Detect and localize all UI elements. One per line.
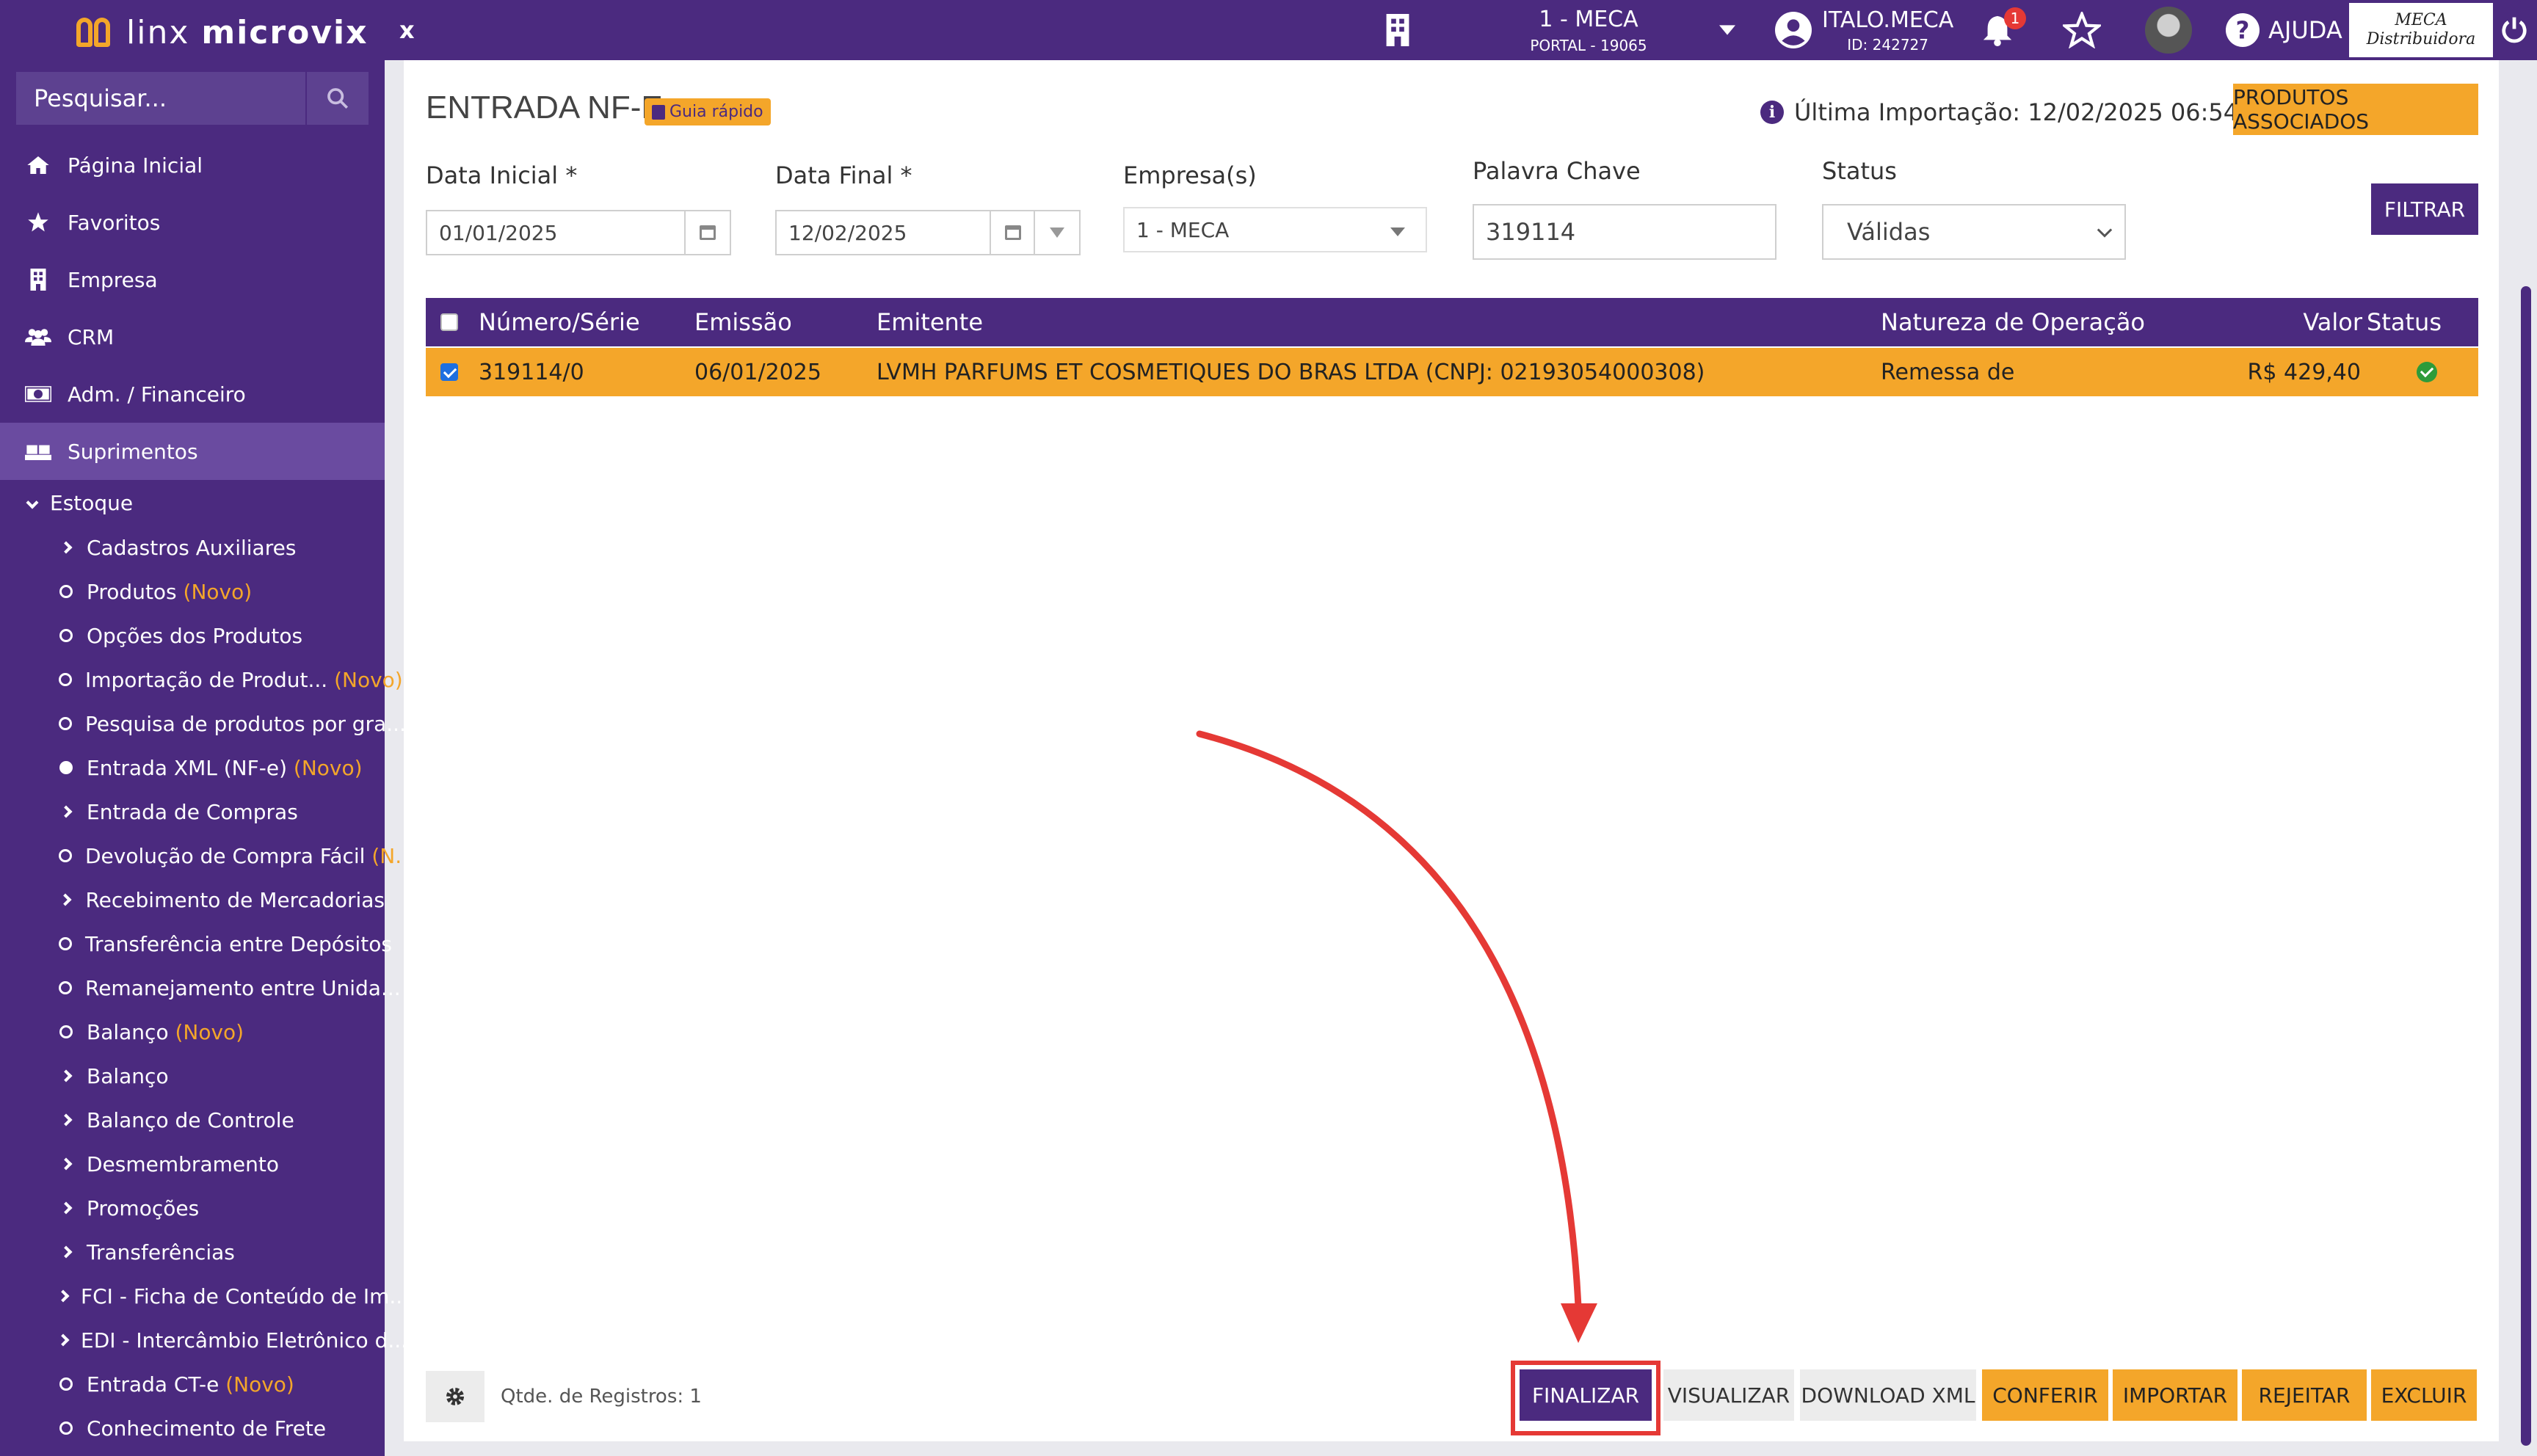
- annotation-arrow: [1196, 730, 1597, 1343]
- annotation-highlight-box: [1511, 1361, 1661, 1435]
